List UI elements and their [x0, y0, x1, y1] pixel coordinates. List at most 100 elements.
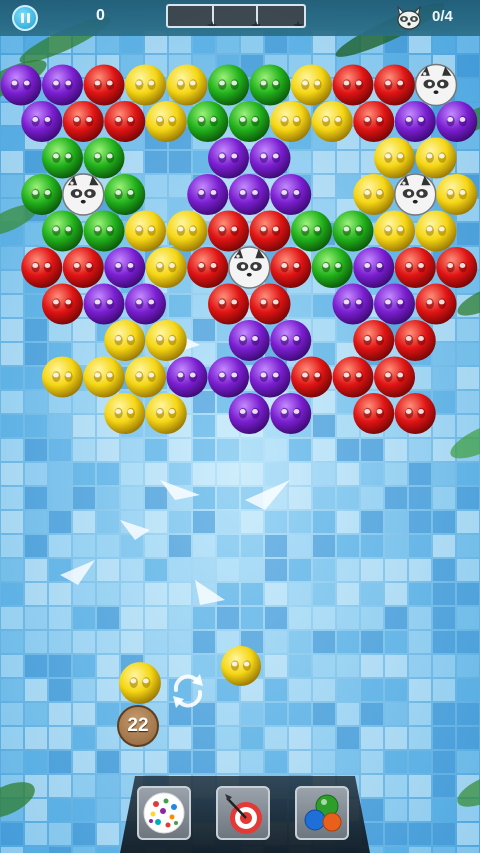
bubble-yellow	[83, 356, 125, 398]
raccoon-bubble	[394, 173, 437, 216]
bubble-red	[332, 356, 374, 398]
bubble-green	[83, 210, 125, 252]
booster-colors[interactable]	[295, 786, 349, 840]
bubble-purple	[270, 174, 312, 215]
bubble-yellow	[291, 64, 332, 106]
bubble-green	[42, 210, 83, 252]
bubble-red	[374, 64, 415, 106]
bubble-red	[208, 283, 249, 325]
bubble-purple	[83, 283, 125, 325]
bubble-purple	[104, 247, 146, 288]
rainbow-bubble-icon	[143, 792, 185, 834]
bubble-purple	[228, 174, 270, 215]
bubble-yellow	[104, 393, 146, 434]
bubble-red	[187, 247, 229, 288]
bubble-red	[374, 356, 415, 398]
bubble-purple	[228, 393, 270, 434]
bubble-red	[394, 247, 436, 288]
bubble-red	[415, 283, 457, 325]
bubble-purple	[270, 393, 312, 434]
bubble-yellow	[125, 210, 166, 252]
bubble-purple	[270, 320, 312, 361]
next-bubble-ball	[221, 646, 261, 686]
raccoon-bubble	[62, 173, 105, 216]
bubble-yellow	[145, 101, 187, 142]
bubble-purple	[0, 64, 42, 106]
bubble-yellow	[145, 320, 187, 361]
bubble-yellow	[166, 210, 208, 252]
shooter-bubble-ball	[119, 662, 161, 704]
bubble-purple	[166, 356, 208, 398]
bubble-red	[104, 101, 146, 142]
bubble-purple	[42, 64, 83, 106]
bubble-yellow	[125, 356, 166, 398]
target-dart-icon	[225, 794, 262, 834]
bubble-yellow	[374, 210, 415, 252]
bubble-red	[270, 247, 312, 288]
bubble-purple	[353, 247, 395, 288]
bubble-purple	[228, 320, 270, 361]
bubble-red	[21, 247, 63, 288]
bubble-green	[83, 137, 125, 179]
bubble-green	[42, 137, 83, 179]
bubble-red	[83, 64, 125, 106]
bubble-green	[332, 210, 374, 252]
booster-target[interactable]	[216, 786, 270, 840]
bubble-red	[42, 283, 83, 325]
bubble-yellow	[42, 356, 83, 398]
bubble-red	[291, 356, 332, 398]
bubble-red	[394, 320, 436, 361]
booster-rainbow[interactable]	[137, 786, 191, 840]
bubble-yellow	[145, 247, 187, 288]
bubble-green	[311, 247, 353, 288]
bubble-red	[62, 247, 104, 288]
bubble-yellow	[125, 64, 166, 106]
shooter-bubble[interactable]	[117, 660, 163, 706]
bubble-purple	[332, 283, 374, 325]
bubble-purple	[187, 174, 229, 215]
next-bubble[interactable]	[219, 644, 263, 688]
bubble-red	[436, 247, 478, 288]
moves-left-badge: 22	[117, 705, 159, 747]
bubble-purple	[208, 137, 249, 179]
bubble-red	[353, 101, 395, 142]
bubble-purple	[208, 356, 249, 398]
bubble-yellow	[270, 101, 312, 142]
bubble-red	[249, 283, 291, 325]
bubble-purple	[249, 137, 291, 179]
bubble-red	[62, 101, 104, 142]
bubble-purple	[374, 283, 415, 325]
bubble-purple	[394, 101, 436, 142]
bubble-yellow	[415, 137, 457, 179]
bubble-yellow	[311, 101, 353, 142]
bubble-red	[353, 320, 395, 361]
bubble-red	[208, 210, 249, 252]
bubble-grid	[0, 63, 478, 434]
bubble-green	[291, 210, 332, 252]
swap-arrows-icon[interactable]	[165, 668, 211, 714]
bubble-purple	[249, 356, 291, 398]
bubble-purple	[436, 101, 478, 142]
bubble-yellow	[353, 174, 395, 215]
bubble-yellow	[436, 174, 478, 215]
bubble-purple	[125, 283, 166, 325]
bubble-purple	[21, 101, 63, 142]
bubble-green	[228, 101, 270, 142]
bubble-yellow	[415, 210, 457, 252]
bubble-green	[104, 174, 146, 215]
bubble-red	[249, 210, 291, 252]
bubble-green	[208, 64, 249, 106]
bubble-red	[332, 64, 374, 106]
raccoon-bubble	[414, 63, 458, 107]
color-bubbles-icon	[304, 794, 342, 832]
raccoon-bubble	[228, 246, 271, 289]
bubble-red	[353, 393, 395, 434]
bubble-green	[187, 101, 229, 142]
bubble-red	[394, 393, 436, 434]
bubble-green	[21, 174, 63, 215]
bubble-yellow	[374, 137, 415, 179]
bubble-green	[249, 64, 291, 106]
bubble-yellow	[166, 64, 208, 106]
bubble-yellow	[104, 320, 146, 361]
bubble-yellow	[145, 393, 187, 434]
